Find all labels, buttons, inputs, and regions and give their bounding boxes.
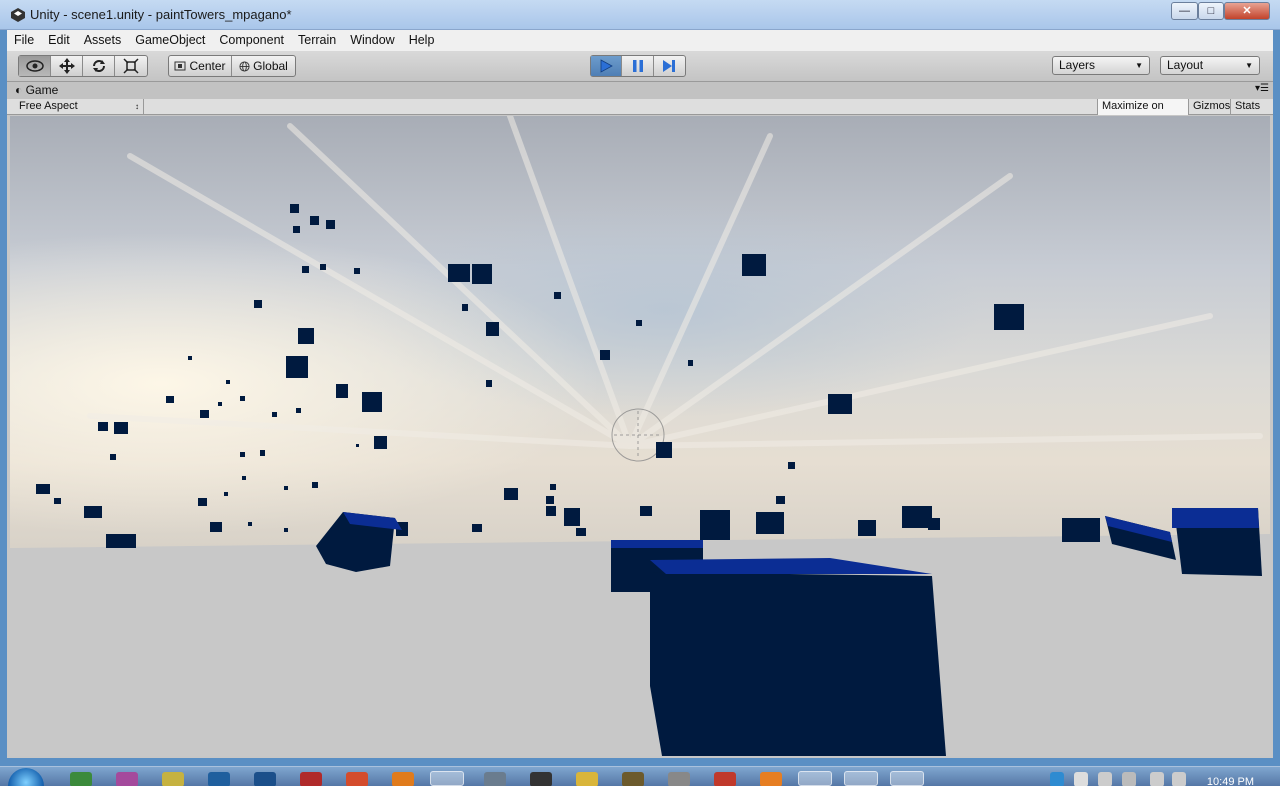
main-toolbar: Center Global Layers ▼ Layout ▼ [7,51,1273,82]
game-tab-label: Game [25,83,59,97]
volume-icon[interactable] [1172,772,1186,786]
center-pivot-icon [174,61,186,71]
layout-dropdown[interactable]: Layout ▼ [1160,56,1260,75]
taskbar-app-icon[interactable] [254,772,276,786]
window-title: Unity - scene1.unity - paintTowers_mpaga… [30,7,292,22]
globe-icon [239,60,250,72]
maximize-button[interactable]: □ [1198,2,1224,20]
taskbar-unity-icon[interactable] [890,771,924,786]
eye-icon [25,60,44,72]
game-viewport[interactable] [10,116,1270,756]
menu-help[interactable]: Help [402,30,442,51]
space-global-label: Global [253,59,288,73]
playback-controls [590,55,686,77]
title-bar: Unity - scene1.unity - paintTowers_mpaga… [0,0,1280,30]
pause-icon [632,60,643,72]
stats-toggle[interactable]: Stats [1230,99,1273,115]
taskbar-app-icon[interactable] [668,772,690,786]
sun-glow [10,116,1270,548]
scene-render [10,116,1270,756]
move-arrows-icon [58,58,75,74]
scale-tool-button[interactable] [115,56,147,76]
game-view-toolbar: Free Aspect ↕ Maximize on Play Gizmos St… [7,99,1273,127]
taskbar-app-icon[interactable] [430,771,464,786]
tray-icon[interactable] [1074,772,1088,786]
menu-file[interactable]: File [7,30,41,51]
tray-icon[interactable] [1050,772,1064,786]
taskbar-app-icon[interactable] [798,771,832,786]
pivot-toggles: Center Global [168,55,296,77]
unity-logo-icon [11,8,25,22]
pivot-center-toggle[interactable]: Center [169,56,233,76]
taskbar-app-icon[interactable] [714,772,736,786]
game-tab-icon: ◐ [15,83,23,97]
aspect-dropdown[interactable]: Free Aspect ↕ [11,99,144,115]
taskbar-app-icon[interactable] [530,772,552,786]
start-button[interactable] [8,768,44,786]
scale-icon [123,58,139,74]
taskbar-app-icon[interactable] [300,772,322,786]
gizmos-toggle[interactable]: Gizmos [1188,99,1230,115]
close-button[interactable]: ✕ [1224,2,1270,20]
menu-assets[interactable]: Assets [77,30,129,51]
taskbar-app-icon[interactable] [760,772,782,786]
rotate-tool-button[interactable] [83,56,115,76]
taskbar-app-icon[interactable] [844,771,878,786]
taskbar-app-icon[interactable] [70,772,92,786]
minimize-button[interactable]: — [1171,2,1198,20]
play-icon [600,59,614,73]
taskbar-app-icon[interactable] [576,772,598,786]
layers-label: Layers [1059,58,1096,72]
pause-button[interactable] [622,56,654,76]
rotate-icon [92,60,105,72]
taskbar-app-icon[interactable] [346,772,368,786]
pivot-center-label: Center [189,59,226,73]
game-tab-row: ◐ Game ▾☰ [7,82,1273,99]
taskbar-app-icon[interactable] [208,772,230,786]
layers-dropdown[interactable]: Layers ▼ [1052,56,1150,75]
menu-window[interactable]: Window [343,30,401,51]
taskbar-app-icon[interactable] [484,772,506,786]
system-clock[interactable]: 10:49 PM [1207,776,1254,786]
tray-icon[interactable] [1098,772,1112,786]
taskbar-app-icon[interactable] [162,772,184,786]
aspect-label: Free Aspect [19,100,78,112]
tray-icon[interactable] [1122,772,1136,786]
foreground-cube [650,572,946,756]
panel-menu-icon[interactable]: ▾☰ [1255,83,1269,94]
step-button[interactable] [654,56,685,76]
taskbar-app-icon[interactable] [392,772,414,786]
dropdown-arrow-icon: ▼ [1245,61,1253,70]
taskbar-app-icon[interactable] [116,772,138,786]
windows-taskbar: 10:49 PM [0,766,1280,786]
taskbar-app-icon[interactable] [622,772,644,786]
tab-game[interactable]: ◐ Game [15,83,58,97]
layout-label: Layout [1167,58,1204,72]
view-tool-button[interactable] [19,56,51,76]
menu-gameobject[interactable]: GameObject [128,30,212,51]
menu-edit[interactable]: Edit [41,30,77,51]
dropdown-arrow-icon: ▼ [1135,61,1143,70]
menu-component[interactable]: Component [212,30,291,51]
step-icon [663,60,676,72]
updown-arrow-icon: ↕ [135,102,139,111]
move-tool-button[interactable] [51,56,83,76]
menu-bar: File Edit Assets GameObject Component Terrain… [7,30,1273,51]
maximize-on-play-toggle[interactable]: Maximize on Play [1097,99,1188,127]
play-button[interactable] [591,56,623,76]
space-global-toggle[interactable]: Global [232,56,295,76]
menu-terrain[interactable]: Terrain [291,30,343,51]
network-icon[interactable] [1150,772,1164,786]
transform-tools [18,55,148,77]
